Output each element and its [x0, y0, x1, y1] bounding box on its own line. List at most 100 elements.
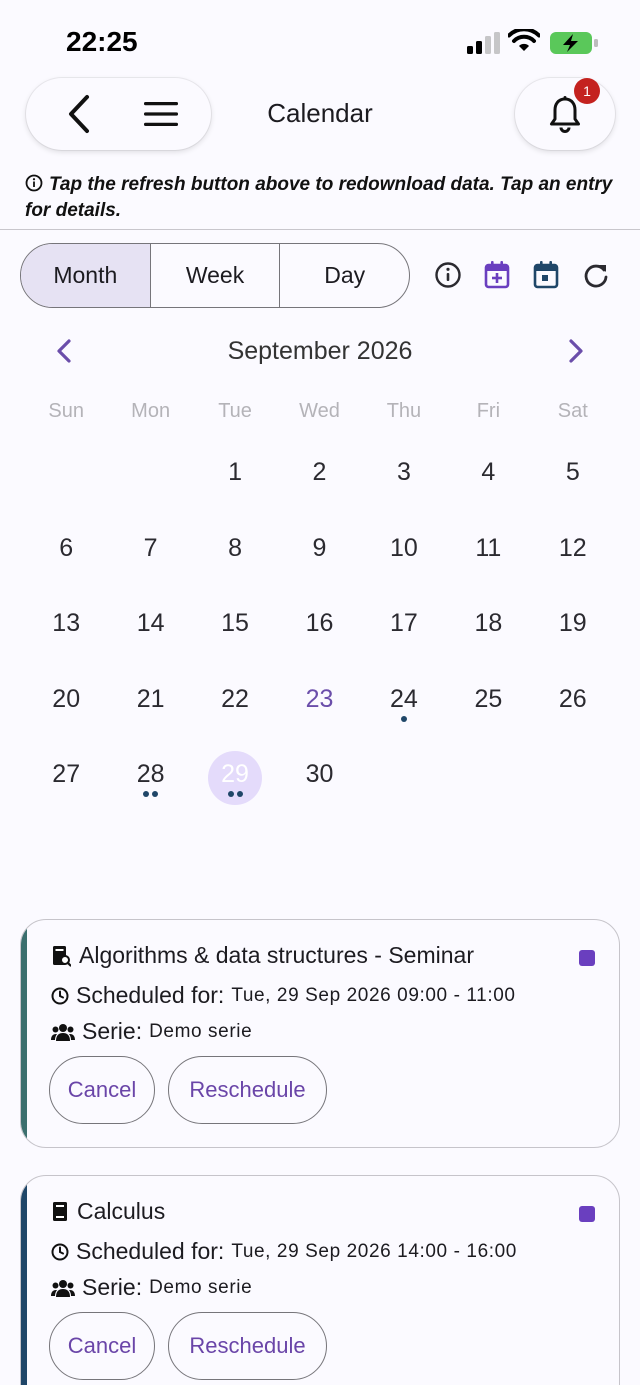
tab-month[interactable]: Month: [21, 244, 151, 307]
calendar-day[interactable]: 25: [446, 662, 530, 738]
calendar-day-number: 25: [474, 684, 503, 713]
add-event-button[interactable]: [482, 260, 512, 290]
calendar-day[interactable]: 17: [362, 586, 446, 662]
weekday-label: Thu: [386, 400, 422, 422]
calendar-day-number: 4: [481, 458, 496, 487]
calendar-day-number: 14: [136, 609, 165, 638]
calendar-day-number: 19: [558, 609, 587, 638]
calendar-day[interactable]: 21: [108, 662, 192, 738]
calendar-day[interactable]: 27: [24, 737, 108, 813]
calendar-day[interactable]: 4: [446, 435, 530, 511]
serie-value: Demo serie: [149, 1276, 253, 1298]
calendar-day[interactable]: 30: [277, 737, 361, 813]
calendar-day-number: 3: [396, 458, 411, 487]
calendar-day-number: 16: [305, 609, 334, 638]
reschedule-button[interactable]: Reschedule: [168, 1056, 327, 1124]
event-title-row: Calculus: [51, 1198, 165, 1225]
event-card[interactable]: Calculus Scheduled for: Tue, 29 Sep 2026…: [20, 1175, 620, 1385]
calendar-day[interactable]: 1: [193, 435, 277, 511]
calendar-day-number: 20: [52, 684, 81, 713]
calendar-grid: 1 2 3 4 5 6 7 8 9 10 11 12 13 14 15 16 17 18 19 20 21 22 23 24 2…: [24, 435, 615, 813]
clock-icon: [51, 1243, 69, 1260]
event-card[interactable]: Algorithms & data structures - Seminar S…: [20, 919, 620, 1148]
calendar-day-number: 22: [221, 684, 249, 713]
calendar-day-number: 13: [52, 609, 81, 638]
calendar-day[interactable]: 24: [362, 662, 446, 738]
calendar-day[interactable]: 12: [531, 511, 615, 587]
event-indicator-dots: [108, 791, 192, 797]
notification-badge: 1: [574, 78, 600, 104]
event-color-square: [579, 950, 595, 966]
calendar-day[interactable]: 23: [277, 662, 361, 738]
calendar-day[interactable]: 16: [277, 586, 361, 662]
calendar-day-number: 6: [59, 533, 74, 562]
notifications-button[interactable]: [515, 78, 615, 150]
calendar-day-number: 21: [136, 684, 165, 713]
event-dot: [400, 715, 407, 722]
users-icon: [51, 1279, 75, 1297]
calendar-day[interactable]: 8: [193, 511, 277, 587]
calendar-day-number: 11: [475, 533, 502, 562]
view-toggle: Month Week Day: [20, 243, 410, 308]
course-book-icon: [53, 1201, 67, 1221]
weekday-label: Tue: [218, 400, 252, 422]
info-button[interactable]: [433, 260, 463, 290]
refresh-button[interactable]: [581, 260, 611, 290]
battery-charging-icon: [550, 32, 598, 54]
today-button[interactable]: [531, 260, 561, 290]
calendar-blank-cell: [108, 435, 192, 511]
event-color-stripe: [21, 1176, 27, 1385]
calendar-day[interactable]: 29: [193, 737, 277, 813]
calendar-day-number: 15: [221, 609, 249, 638]
calendar-day[interactable]: 19: [531, 586, 615, 662]
calendar-day[interactable]: 14: [108, 586, 192, 662]
event-dot: [236, 791, 243, 797]
calendar-day[interactable]: 28: [108, 737, 192, 813]
calendar-day[interactable]: 22: [193, 662, 277, 738]
refresh-hint: Tap the refresh button above to redownlo…: [25, 172, 625, 224]
calendar-day[interactable]: 9: [277, 511, 361, 587]
wifi-icon: [508, 29, 540, 51]
calendar-day-number: 9: [312, 533, 327, 562]
calendar-day[interactable]: 10: [362, 511, 446, 587]
reschedule-button[interactable]: Reschedule: [168, 1312, 327, 1380]
calendar-day-number: 30: [305, 760, 334, 789]
weekday-label: Sat: [557, 400, 588, 422]
calendar-day[interactable]: 5: [531, 435, 615, 511]
calendar-day[interactable]: 6: [24, 511, 108, 587]
calendar-day[interactable]: 11: [446, 511, 530, 587]
event-dot: [143, 791, 150, 797]
next-month-button[interactable]: [560, 334, 592, 368]
schedule-label: Scheduled for:: [76, 1238, 225, 1264]
tab-week[interactable]: Week: [151, 244, 281, 307]
event-indicator-dots: [362, 715, 446, 722]
calendar-day[interactable]: 13: [24, 586, 108, 662]
calendar-day[interactable]: 20: [24, 662, 108, 738]
schedule-value: Tue, 29 Sep 2026 14:00 - 16:00: [231, 1240, 517, 1262]
tab-day[interactable]: Day: [280, 244, 409, 307]
calendar-day[interactable]: 7: [108, 511, 192, 587]
calendar-today-icon: [533, 261, 559, 289]
cancel-button[interactable]: Cancel: [49, 1056, 155, 1124]
calendar-day[interactable]: 2: [277, 435, 361, 511]
calendar-day-number: 1: [228, 458, 243, 487]
cancel-button[interactable]: Cancel: [49, 1312, 155, 1380]
refresh-icon: [584, 264, 608, 288]
calendar-day[interactable]: 18: [446, 586, 530, 662]
clock-icon: [51, 987, 69, 1004]
calendar-day[interactable]: 26: [531, 662, 615, 738]
status-time: 22:25: [66, 26, 138, 57]
chevron-right-icon: [569, 339, 583, 363]
weekday-label: Wed: [299, 400, 340, 422]
seminar-book-icon: [53, 945, 71, 967]
month-label: September 2026: [227, 337, 413, 365]
schedule-label: Scheduled for:: [76, 982, 225, 1008]
calendar-day[interactable]: 15: [193, 586, 277, 662]
serie-label: Serie:: [82, 1018, 143, 1044]
calendar-blank-cell: [24, 435, 108, 511]
status-bar: 22:25: [0, 0, 640, 80]
calendar-day[interactable]: 3: [362, 435, 446, 511]
event-serie-row: Serie: Demo serie: [51, 1018, 252, 1045]
event-color-stripe: [21, 920, 27, 1147]
bell-icon: [550, 96, 580, 133]
